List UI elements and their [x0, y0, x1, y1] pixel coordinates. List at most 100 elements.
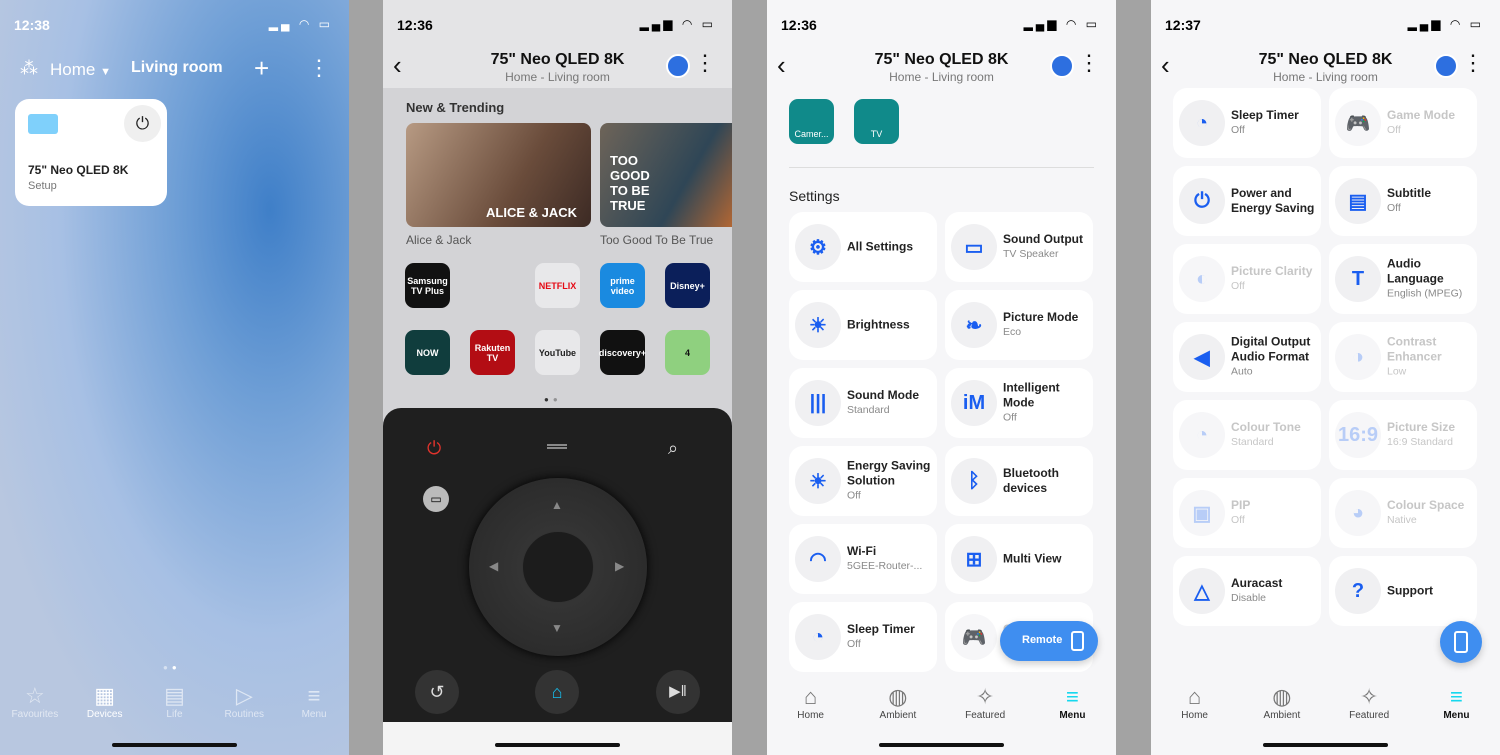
up-arrow-icon[interactable]: ▲: [551, 498, 563, 512]
avatar[interactable]: [1434, 54, 1458, 78]
setting-title: Subtitle: [1387, 186, 1431, 200]
app-tile[interactable]: 4: [665, 330, 710, 375]
nav-label: Devices: [86, 709, 123, 720]
menu-handle[interactable]: [547, 444, 567, 449]
avatar[interactable]: [1050, 54, 1074, 78]
avatar[interactable]: [666, 54, 690, 78]
nav-featured[interactable]: ✧ Featured: [950, 684, 1020, 721]
setting-title: Energy Saving Solution: [847, 458, 931, 488]
setting-digital-output-audio-format[interactable]: ◀ Digital Output Audio Format Auto: [1173, 322, 1321, 392]
app-tile[interactable]: NOW: [405, 330, 450, 375]
setting-title: Picture Clarity: [1231, 264, 1313, 278]
nav-devices[interactable]: ▦ Devices: [72, 683, 138, 720]
setting-wi-fi[interactable]: ◠ Wi-Fi 5GEE-Router-...: [789, 524, 937, 594]
home-button[interactable]: ⌂: [535, 670, 579, 714]
setting-pip[interactable]: ▣ PIP Off: [1173, 478, 1321, 548]
setting-bluetooth-devices[interactable]: ᛒ Bluetooth devices: [945, 446, 1093, 516]
nav-ambient[interactable]: ◍ Ambient: [1247, 684, 1317, 721]
setting-sleep-timer[interactable]: ◔ Sleep Timer Off: [1173, 88, 1321, 158]
setting-brightness[interactable]: ☀ Brightness: [789, 290, 937, 360]
setting-sound-output[interactable]: ▭ Sound Output TV Speaker: [945, 212, 1093, 282]
app-tile[interactable]: discovery+: [599, 330, 646, 375]
trending-card-alice-jack[interactable]: ALICE & JACK: [406, 123, 591, 227]
search-icon[interactable]: ⌕: [668, 438, 678, 459]
nav-home[interactable]: ⌂ Home: [776, 684, 846, 721]
setting-title: Auracast: [1231, 576, 1283, 590]
setting-sound-mode[interactable]: ||| Sound Mode Standard: [789, 368, 937, 438]
more-icon[interactable]: ⋮: [1078, 50, 1100, 76]
devices-icon: ▦: [94, 683, 116, 708]
back-button[interactable]: ↺: [415, 670, 459, 714]
nav-favourites[interactable]: ☆ Favourites: [2, 683, 68, 720]
more-icon[interactable]: ⋮: [1462, 50, 1484, 76]
right-arrow-icon[interactable]: ▶: [615, 559, 624, 573]
device-card[interactable]: ⏻ 75" Neo QLED 8K Setup: [15, 99, 167, 206]
setting-all-settings[interactable]: ⚙ All Settings: [789, 212, 937, 282]
app-tile[interactable]: Disney+: [665, 263, 710, 308]
setting-energy-saving-solution[interactable]: ☀ Energy Saving Solution Off: [789, 446, 937, 516]
app-tile[interactable]: prime video: [600, 263, 645, 308]
power-button[interactable]: ⏻: [427, 438, 441, 459]
app-tile[interactable]: [470, 263, 515, 308]
remote-fab[interactable]: [1440, 621, 1482, 663]
nav-label: Menu: [301, 709, 327, 720]
setting-auracast[interactable]: △ Auracast Disable: [1173, 556, 1321, 626]
remote-fab[interactable]: Remote: [1000, 621, 1098, 661]
app-tile[interactable]: NETFLIX: [535, 263, 580, 308]
setting-title: Brightness: [847, 317, 910, 332]
source-button[interactable]: ▭: [423, 486, 449, 512]
setting-picture-mode[interactable]: ❧ Picture Mode Eco: [945, 290, 1093, 360]
setting-picture-size[interactable]: 16:9 Picture Size 16:9 Standard: [1329, 400, 1477, 470]
setting-sleep-timer[interactable]: ◔ Sleep Timer Off: [789, 602, 937, 672]
app-tile[interactable]: YouTube: [535, 330, 580, 375]
setting-subtitle[interactable]: ▤ Subtitle Off: [1329, 166, 1477, 236]
nav-routines[interactable]: ▷ Routines: [211, 683, 277, 720]
dpad[interactable]: ▲ ▼ ◀ ▶: [469, 478, 647, 656]
menu-icon: ≡: [307, 683, 321, 708]
setting-support[interactable]: ? Support: [1329, 556, 1477, 626]
setting-intelligent-mode[interactable]: iM Intelligent Mode Off: [945, 368, 1093, 438]
home-selector[interactable]: Home ▼: [50, 60, 111, 80]
divider: [789, 167, 1094, 168]
trending-title: Too Good To Be True: [600, 233, 714, 247]
nav-menu[interactable]: ≡ Menu: [1037, 684, 1107, 721]
nav-ambient[interactable]: ◍ Ambient: [863, 684, 933, 721]
left-arrow-icon[interactable]: ◀: [489, 559, 498, 573]
play-pause-button[interactable]: ▶‖: [656, 670, 700, 714]
setting-game-mode[interactable]: 🎮 Game Mode Off: [1329, 88, 1477, 158]
setting-value: Native: [1387, 514, 1417, 526]
chevron-down-icon: ▼: [100, 66, 111, 78]
setting-icon: ☀: [795, 302, 841, 348]
trending-card-too-good[interactable]: TOO GOOD TO BE TRUE: [600, 123, 732, 227]
nav-featured[interactable]: ✧ Featured: [1334, 684, 1404, 721]
camera-shortcut[interactable]: Camer...: [789, 99, 834, 144]
setting-picture-clarity[interactable]: ◐ Picture Clarity Off: [1173, 244, 1321, 314]
setting-power-and-energy-saving[interactable]: ⏻ Power and Energy Saving: [1173, 166, 1321, 236]
setting-multi-view[interactable]: ⊞ Multi View: [945, 524, 1093, 594]
app-tile[interactable]: Samsung TV Plus: [405, 263, 450, 308]
more-icon[interactable]: ⋮: [694, 50, 716, 76]
setting-colour-tone[interactable]: ◔ Colour Tone Standard: [1173, 400, 1321, 470]
setting-value: Off: [1003, 411, 1017, 424]
down-arrow-icon[interactable]: ▼: [551, 621, 563, 635]
nav-label: Home: [1181, 710, 1208, 721]
add-icon[interactable]: +: [254, 53, 269, 84]
setting-contrast-enhancer[interactable]: ◑ Contrast Enhancer Low: [1329, 322, 1477, 392]
setting-value: Off: [1231, 124, 1245, 136]
nav-home[interactable]: ⌂ Home: [1160, 684, 1230, 721]
home-grid-icon[interactable]: ⁂: [20, 58, 38, 79]
tv-shortcut[interactable]: TV: [854, 99, 899, 144]
nav-label: Life: [166, 709, 183, 720]
nav-life[interactable]: ▤ Life: [141, 683, 207, 720]
setting-colour-space[interactable]: ◕ Colour Space Native: [1329, 478, 1477, 548]
power-button[interactable]: ⏻: [124, 105, 161, 142]
room-tab[interactable]: Living room: [131, 59, 223, 77]
ok-button[interactable]: [522, 531, 594, 603]
nav-menu[interactable]: ≡ Menu: [281, 683, 347, 720]
nav-label: Favourites: [11, 709, 59, 720]
app-tile[interactable]: Rakuten TV: [470, 330, 515, 375]
more-icon[interactable]: ⋮: [308, 55, 330, 81]
nav-menu[interactable]: ≡ Menu: [1421, 684, 1491, 721]
setting-audio-language[interactable]: T Audio Language English (MPEG): [1329, 244, 1477, 314]
setting-value: Eco: [1003, 326, 1022, 338]
